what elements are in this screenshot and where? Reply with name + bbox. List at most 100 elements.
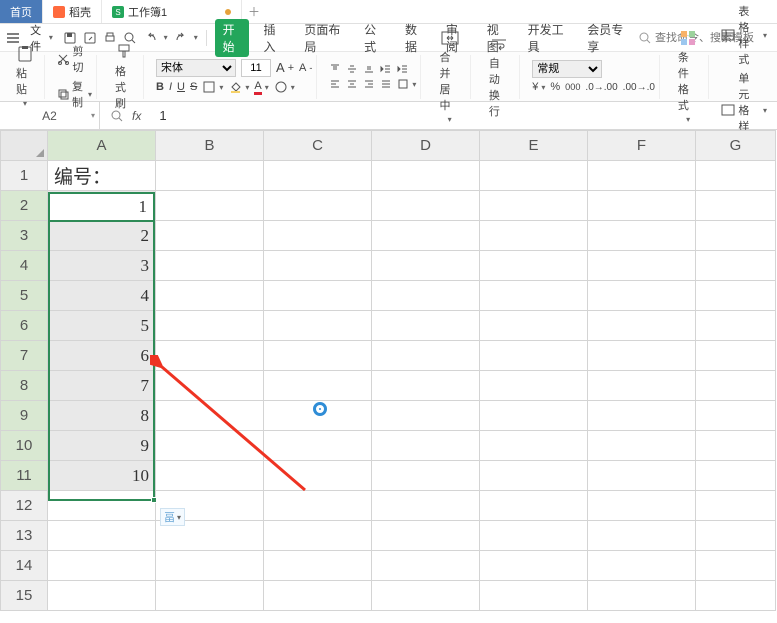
phonetic-button[interactable]: ▾ [274, 80, 295, 94]
decrease-indent-button[interactable] [380, 63, 392, 75]
col-header-D[interactable]: D [372, 131, 480, 161]
border-icon [202, 80, 216, 94]
select-all-corner[interactable] [1, 131, 48, 161]
dirty-indicator [225, 9, 231, 15]
align-top-button[interactable] [329, 63, 341, 75]
ribbon-tab-layout[interactable]: 页面布局 [296, 19, 350, 57]
align-group: ▾ [325, 55, 421, 99]
italic-button[interactable]: I [169, 81, 172, 93]
redo-icon[interactable] [174, 29, 188, 47]
cell-A10[interactable]: 9 [48, 431, 156, 461]
paste-button[interactable]: 粘贴▾ [10, 45, 40, 108]
cell-A5[interactable]: 4 [48, 281, 156, 311]
table-style-button[interactable]: 表格样式▾ [721, 3, 767, 67]
grid-table[interactable]: A B C D E F G 1编号： 2 32 43 54 65 76 87 9… [0, 130, 776, 611]
app-menu-icon[interactable] [6, 29, 20, 47]
underline-button[interactable]: U [177, 81, 185, 93]
font-color-button[interactable]: A▾ [254, 80, 268, 95]
fx-button[interactable]: fx [132, 109, 141, 123]
row-header[interactable]: 15 [1, 581, 48, 611]
row-header[interactable]: 4 [1, 251, 48, 281]
tab-home[interactable]: 首页 [0, 0, 43, 23]
tab-label: 工作簿1 [128, 4, 167, 20]
row-header[interactable]: 5 [1, 281, 48, 311]
wrap-text-button[interactable]: 自动换行 [483, 35, 515, 119]
formula-input[interactable]: 1 [151, 108, 777, 123]
cell-A1[interactable]: 编号： [48, 161, 156, 191]
bold-button[interactable]: B [156, 81, 164, 93]
redo-dropdown[interactable]: ▾ [194, 33, 198, 42]
cell-A6[interactable]: 5 [48, 311, 156, 341]
align-center-button[interactable] [346, 78, 358, 90]
format-painter-button[interactable]: 格式刷 [109, 43, 139, 111]
col-header-B[interactable]: B [156, 131, 264, 161]
strike-button[interactable]: S [190, 81, 197, 93]
fill-color-button[interactable]: ▾ [228, 80, 249, 94]
ribbon-tab-data[interactable]: 数据 [397, 19, 432, 57]
align-middle-button[interactable] [346, 63, 358, 75]
justify-button[interactable] [380, 78, 392, 90]
row-header[interactable]: 12 [1, 491, 48, 521]
col-header-E[interactable]: E [480, 131, 588, 161]
cell-A8[interactable]: 7 [48, 371, 156, 401]
merge-icon [441, 29, 459, 47]
row-header[interactable]: 11 [1, 461, 48, 491]
font-name-select[interactable]: 宋体 [156, 59, 236, 77]
decrease-font-button[interactable]: A- [299, 62, 312, 74]
cell-A3[interactable]: 2 [48, 221, 156, 251]
ribbon-tab-vip[interactable]: 会员专享 [579, 19, 633, 57]
undo-dropdown[interactable]: ▾ [164, 33, 168, 42]
align-bottom-button[interactable] [363, 63, 375, 75]
percent-button[interactable]: % [550, 81, 560, 93]
zoom-icon[interactable] [110, 109, 124, 123]
row-header[interactable]: 2 [1, 191, 48, 221]
tab-docer[interactable]: 稻壳 [43, 0, 102, 23]
row-header[interactable]: 14 [1, 551, 48, 581]
increase-indent-button[interactable] [397, 63, 409, 75]
align-left-button[interactable] [329, 78, 341, 90]
number-format-select[interactable]: 常规 [532, 60, 602, 78]
col-header-F[interactable]: F [588, 131, 696, 161]
ribbon-tab-formula[interactable]: 公式 [356, 19, 391, 57]
col-header-C[interactable]: C [264, 131, 372, 161]
ribbon-tab-insert[interactable]: 插入 [255, 19, 290, 57]
row-header[interactable]: 7 [1, 341, 48, 371]
quick-analysis-button[interactable]: 畐▾ [160, 508, 185, 526]
border-button[interactable]: ▾ [202, 80, 223, 94]
cell-A2[interactable] [48, 191, 156, 221]
comma-button[interactable]: 000 [565, 82, 580, 92]
row-header[interactable]: 9 [1, 401, 48, 431]
ribbon-tab-start[interactable]: 开始 [215, 19, 250, 57]
wrap-icon [490, 35, 508, 53]
col-header-G[interactable]: G [696, 131, 776, 161]
row-header[interactable]: 6 [1, 311, 48, 341]
ribbon: 粘贴▾ 剪切 复制▾ 格式刷 宋体 A+ A- B I U S ▾ ▾ A▾ ▾ [0, 52, 777, 102]
cell-A11[interactable]: 10 [48, 461, 156, 491]
currency-button[interactable]: ¥ ▾ [532, 81, 545, 93]
undo-icon[interactable] [144, 29, 158, 47]
cell-A7[interactable]: 6 [48, 341, 156, 371]
dec-decimal-button[interactable]: .00→.0 [623, 82, 655, 93]
row-header[interactable]: 13 [1, 521, 48, 551]
quick-analysis-icon: 畐 [164, 509, 175, 525]
table-style-icon [721, 28, 735, 42]
name-box[interactable]: A2 ▾ [0, 102, 100, 129]
align-right-button[interactable] [363, 78, 375, 90]
clipboard-group: 粘贴▾ [6, 55, 45, 99]
tab-label: 稻壳 [69, 4, 91, 20]
inc-decimal-button[interactable]: .0→.00 [585, 82, 617, 93]
chevron-down-icon[interactable]: ▾ [91, 111, 95, 120]
col-header-A[interactable]: A [48, 131, 156, 161]
ribbon-tab-dev[interactable]: 开发工具 [520, 19, 574, 57]
cell-A4[interactable]: 3 [48, 251, 156, 281]
row-header[interactable]: 1 [1, 161, 48, 191]
font-group: 宋体 A+ A- B I U S ▾ ▾ A▾ ▾ [152, 55, 317, 99]
row-header[interactable]: 8 [1, 371, 48, 401]
font-size-input[interactable] [241, 59, 271, 77]
cell-A9[interactable]: 8 [48, 401, 156, 431]
cut-button[interactable]: 剪切 [57, 43, 92, 75]
row-header[interactable]: 3 [1, 221, 48, 251]
increase-font-button[interactable]: A+ [276, 60, 294, 75]
orientation-button[interactable]: ▾ [397, 78, 416, 90]
row-header[interactable]: 10 [1, 431, 48, 461]
